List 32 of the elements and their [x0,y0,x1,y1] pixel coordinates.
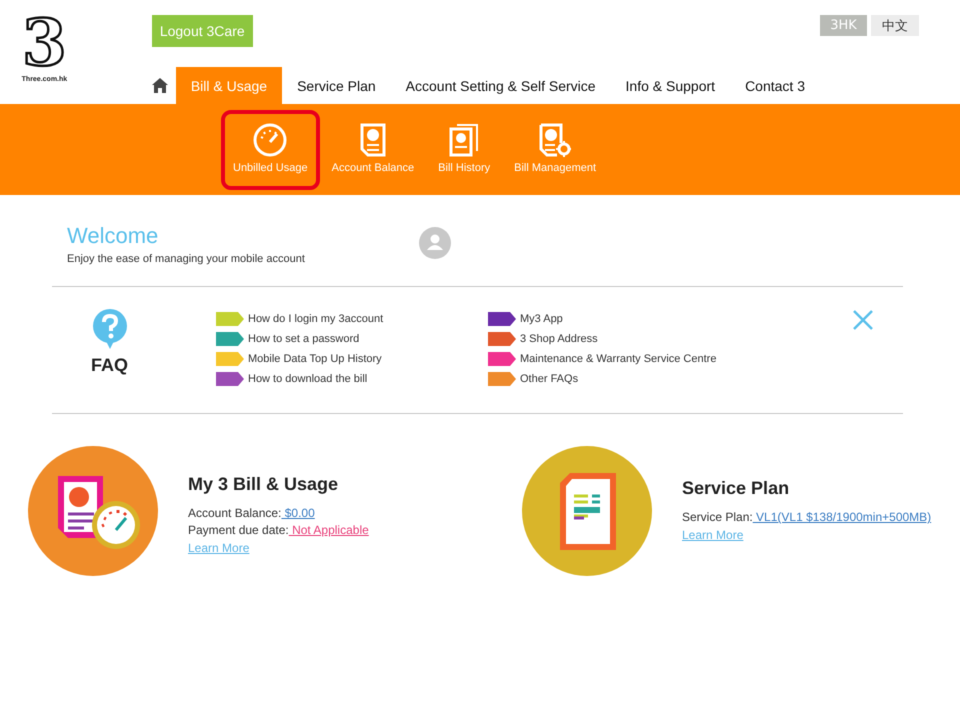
faq-link[interactable]: 3 Shop Address [488,329,788,349]
card-title: My 3 Bill & Usage [188,474,340,494]
logo[interactable]: 3 [22,14,67,74]
language-button[interactable]: 中文 [871,15,919,36]
nav-tab[interactable]: Contact 3 [730,67,820,104]
info-link[interactable]: VL1(VL1 $138/1900min+500MB) [752,510,932,524]
faq-link[interactable]: Mobile Data Top Up History [216,349,488,369]
home-icon[interactable] [152,78,168,93]
bill-icon [360,123,386,157]
info-line: Service Plan: VL1(VL1 $138/1900min+500MB) [682,509,932,526]
faq-title: FAQ [90,355,128,376]
info-line: Payment due date: Not Applicable [188,522,369,538]
gauge-icon [253,123,288,157]
welcome-subtitle: Enjoy the ease of managing your mobile account [67,253,306,265]
nav-tab[interactable]: Service Plan [282,67,391,104]
card-title: Service Plan [682,478,790,499]
welcome-title: Welcome [67,223,160,249]
faq-link[interactable]: My3 App [488,309,788,329]
faq-link[interactable]: How do I login my 3account [216,309,488,329]
bills-icon [449,123,480,157]
faq-link[interactable]: Other FAQs [488,369,788,389]
bill-gear-icon [539,123,572,157]
info-line: Account Balance: $0.00 [188,504,316,522]
faq-link[interactable]: Maintenance & Warranty Service Centre [488,349,788,369]
info-link[interactable]: $0.00 [281,506,315,520]
faq-link[interactable]: How to set a password [216,329,488,349]
faq-link[interactable]: How to download the bill [216,369,488,389]
question-icon [92,309,128,349]
info-link[interactable]: Not Applicable [288,522,369,536]
nav-tab[interactable]: Account Setting & Self Service [390,67,611,104]
nav-tab[interactable]: Info & Support [610,67,730,104]
avatar-icon[interactable] [419,227,451,259]
